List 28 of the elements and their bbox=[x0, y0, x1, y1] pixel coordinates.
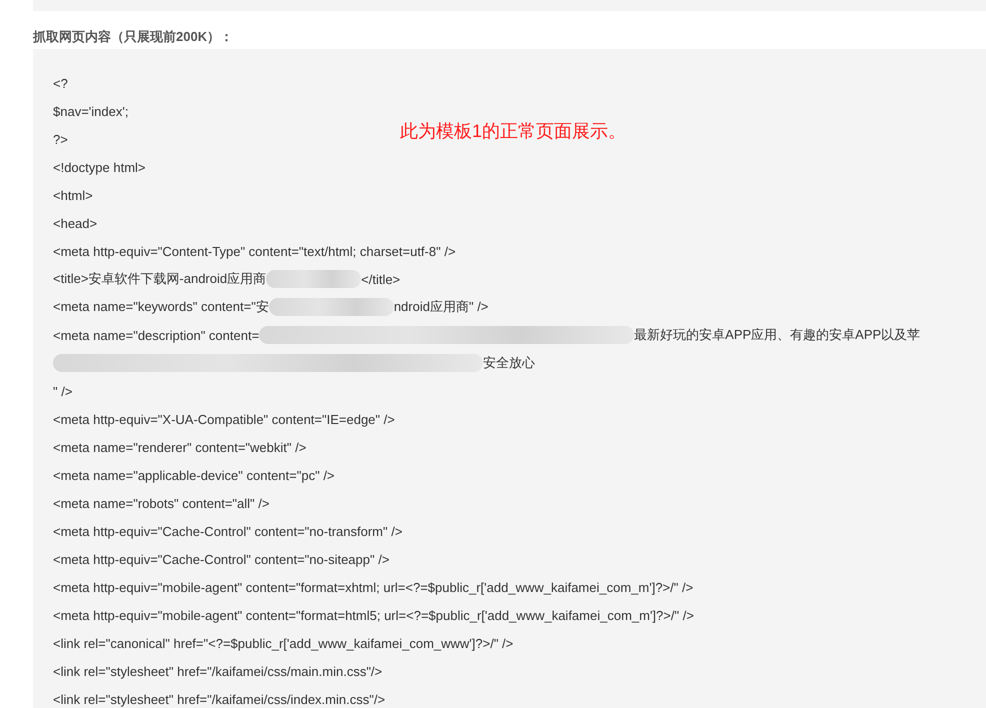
code-text: <html> bbox=[53, 188, 93, 202]
code-text: <meta http-equiv="Cache-Control" content="no-transform" /> bbox=[53, 524, 402, 538]
code-text: <meta name="applicable-device" content="pc" /> bbox=[53, 468, 335, 482]
code-text: <meta http-equiv="mobile-agent" content="format=xhtml; url=<?=$public_r['add_www_kaifamei_com_m']?>/" /> bbox=[53, 580, 694, 594]
code-text: </title> bbox=[361, 272, 400, 286]
code-text: <meta name="description" content= bbox=[53, 328, 260, 342]
code-text: " /> bbox=[53, 384, 72, 398]
code-text: <meta http-equiv="Cache-Control" content="no-siteapp" /> bbox=[53, 552, 390, 566]
code-text: <head> bbox=[53, 216, 98, 230]
code-text: <meta name="renderer" content="webkit" /> bbox=[53, 440, 306, 454]
code-text: <meta http-equiv="mobile-agent" content="format=html5; url=<?=$public_r['add_www_kaifamei_com_m']?>/" /> bbox=[53, 608, 694, 622]
code-text: ndroid应用商" /> bbox=[394, 298, 488, 316]
code-text: <link rel="stylesheet" href="/kaifamei/css/main.min.css"/> bbox=[53, 664, 382, 678]
code-text: <title>安卓软件下载网-android应用商 bbox=[53, 270, 266, 288]
code-text: 最新好玩的安卓APP应用、有趣的安卓APP以及苹 bbox=[634, 326, 920, 344]
code-text: 安全放心 bbox=[483, 354, 535, 372]
code-text: <meta http-equiv="Content-Type" content="text/html; charset=utf-8" /> bbox=[53, 244, 456, 258]
annotation-text: 此为模板1的正常页面展示。 bbox=[400, 120, 626, 143]
code-text: <link rel="stylesheet" href="/kaifamei/css/index.min.css"/> bbox=[53, 692, 386, 706]
code-text: <!doctype html> bbox=[53, 160, 146, 174]
section-heading: 抓取网页内容（只展现前200K）： bbox=[33, 28, 234, 46]
code-text: $nav='index'; bbox=[53, 104, 128, 118]
code-text: ?> bbox=[53, 132, 68, 146]
code-text: <meta name="keywords" content="安 bbox=[53, 298, 269, 316]
code-text: <? bbox=[53, 76, 68, 90]
code-text: <meta name="robots" content="all" /> bbox=[53, 496, 270, 510]
code-text: <meta http-equiv="X-UA-Compatible" content="IE=edge" /> bbox=[53, 412, 395, 426]
code-text: <link rel="canonical" href="<?=$public_r['add_www_kaifamei_com_www']?>/" /> bbox=[53, 636, 514, 650]
